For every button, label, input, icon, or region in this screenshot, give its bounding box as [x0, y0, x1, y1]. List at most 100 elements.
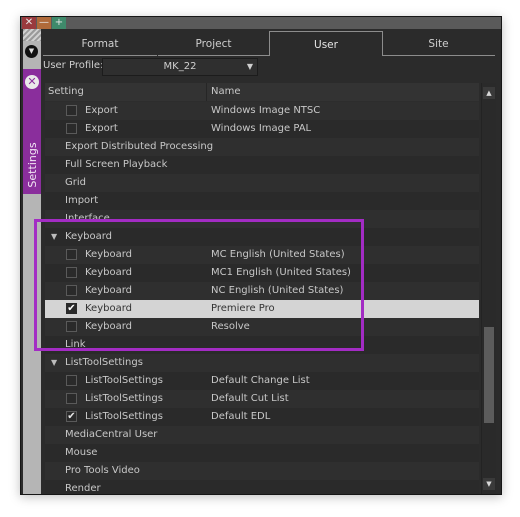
setting-cell: Keyboard: [85, 321, 133, 332]
table-row[interactable]: ▼ ListToolSettings: [45, 354, 479, 372]
tab-format[interactable]: Format: [43, 33, 157, 56]
table-row[interactable]: Export Distributed Processing: [45, 138, 479, 156]
side-panel-strip: ▼ ✕ Settings: [23, 29, 41, 494]
checkbox[interactable]: [66, 321, 77, 332]
name-cell: Windows Image NTSC: [211, 105, 321, 116]
checkbox[interactable]: [66, 285, 77, 296]
table-body: Export Windows Image NTSC Export Windows Im…: [45, 102, 479, 494]
table-row[interactable]: Link: [45, 336, 479, 354]
table-row[interactable]: Keyboard MC1 English (United States): [45, 264, 479, 282]
setting-cell: ListToolSettings: [85, 411, 163, 422]
close-window-button[interactable]: ✕: [22, 17, 36, 29]
checkbox-checked[interactable]: ✔: [66, 303, 77, 314]
setting-cell: ListToolSettings: [85, 375, 163, 386]
scroll-down-button[interactable]: ▼: [483, 478, 495, 490]
table-row[interactable]: ▼ Keyboard: [45, 228, 479, 246]
name-cell: Premiere Pro: [211, 303, 275, 314]
table-row[interactable]: Render: [45, 480, 479, 494]
checkbox[interactable]: [66, 267, 77, 278]
setting-cell: Export: [85, 123, 118, 134]
table-row[interactable]: Interface: [45, 210, 479, 228]
name-cell: Default Cut List: [211, 393, 289, 404]
table-row[interactable]: MediaCentral User: [45, 426, 479, 444]
settings-side-tab[interactable]: ✕ Settings: [23, 69, 41, 194]
setting-cell: Export: [85, 105, 118, 116]
arrow-up-icon: ▲: [486, 89, 492, 97]
table-row[interactable]: ✔ Keyboard Premiere Pro: [45, 300, 479, 318]
setting-cell: Pro Tools Video: [65, 465, 140, 476]
name-cell: MC1 English (United States): [211, 267, 351, 278]
tab-project[interactable]: Project: [158, 33, 269, 56]
checkbox-checked[interactable]: ✔: [66, 411, 77, 422]
checkmark-icon: ✔: [67, 303, 76, 314]
close-settings-button[interactable]: ✕: [25, 75, 39, 89]
close-icon: ✕: [27, 75, 37, 88]
setting-cell: Keyboard: [85, 267, 133, 278]
table-row[interactable]: Mouse: [45, 444, 479, 462]
settings-window: ✕ — + ▼ ✕ Settings Format Project User S…: [20, 16, 502, 495]
name-cell: MC English (United States): [211, 249, 345, 260]
table-header: Setting Name: [45, 83, 479, 101]
setting-cell: Import: [65, 195, 99, 206]
name-cell: Default EDL: [211, 411, 271, 422]
setting-cell: Grid: [65, 177, 86, 188]
table-row[interactable]: Keyboard MC English (United States): [45, 246, 479, 264]
checkbox[interactable]: [66, 123, 77, 134]
user-profile-value: MK_22: [163, 61, 197, 72]
drag-handle[interactable]: [23, 29, 41, 41]
setting-cell: Mouse: [65, 447, 98, 458]
name-cell: Default Change List: [211, 375, 310, 386]
tab-user[interactable]: User: [269, 31, 383, 56]
table-row[interactable]: Grid: [45, 174, 479, 192]
settings-tab-label: Settings: [26, 142, 39, 188]
table-row[interactable]: Export Windows Image PAL: [45, 120, 479, 138]
table-row[interactable]: ✔ ListToolSettings Default EDL: [45, 408, 479, 426]
user-profile-row: User Profile: MK_22 ▼: [43, 57, 501, 77]
name-cell: Windows Image PAL: [211, 123, 312, 134]
setting-cell: Export Distributed Processing: [65, 141, 214, 152]
setting-cell: Keyboard: [85, 285, 133, 296]
name-cell: NC English (United States): [211, 285, 344, 296]
setting-cell: Keyboard: [85, 249, 133, 260]
settings-table: Setting Name Export Windows Image NTSC Exp…: [45, 83, 479, 494]
minimize-window-button[interactable]: —: [37, 17, 51, 29]
checkbox[interactable]: [66, 105, 77, 116]
name-cell: Resolve: [211, 321, 250, 332]
setting-cell: Render: [65, 483, 101, 494]
expand-triangle-icon[interactable]: ▼: [51, 354, 57, 372]
collapse-panel-button[interactable]: ▼: [25, 45, 38, 58]
user-profile-dropdown[interactable]: MK_22 ▼: [102, 58, 258, 76]
tab-site[interactable]: Site: [382, 33, 495, 56]
table-row[interactable]: Pro Tools Video: [45, 462, 479, 480]
table-row[interactable]: Import: [45, 192, 479, 210]
minimize-icon: —: [39, 17, 49, 28]
checkmark-icon: ✔: [67, 411, 76, 422]
expand-triangle-icon[interactable]: ▼: [51, 228, 57, 246]
table-row[interactable]: Full Screen Playback: [45, 156, 479, 174]
table-row[interactable]: ListToolSettings Default Change List: [45, 372, 479, 390]
checkbox[interactable]: [66, 249, 77, 260]
checkbox[interactable]: [66, 375, 77, 386]
table-row[interactable]: ListToolSettings Default Cut List: [45, 390, 479, 408]
table-row[interactable]: Keyboard NC English (United States): [45, 282, 479, 300]
arrow-down-icon: ▼: [486, 480, 492, 488]
maximize-window-button[interactable]: +: [52, 17, 66, 29]
chevron-down-icon: ▼: [28, 47, 35, 55]
settings-tabs: Format Project User Site: [43, 29, 501, 57]
checkbox[interactable]: [66, 393, 77, 404]
scroll-up-button[interactable]: ▲: [483, 87, 495, 99]
maximize-icon: +: [54, 17, 64, 28]
user-profile-label: User Profile:: [43, 60, 104, 71]
settings-main: Format Project User Site User Profile: M…: [43, 29, 501, 494]
scrollbar-thumb[interactable]: [484, 327, 494, 423]
title-bar: ✕ — +: [21, 17, 501, 29]
column-header-name[interactable]: Name: [208, 83, 479, 101]
setting-cell: ListToolSettings: [85, 393, 163, 404]
dropdown-arrow-icon: ▼: [246, 62, 253, 71]
table-row[interactable]: Export Windows Image NTSC: [45, 102, 479, 120]
setting-cell: Keyboard: [65, 231, 113, 242]
vertical-scrollbar[interactable]: ▲ ▼: [481, 83, 496, 494]
setting-cell: Interface: [65, 213, 110, 224]
table-row[interactable]: Keyboard Resolve: [45, 318, 479, 336]
column-header-setting[interactable]: Setting: [45, 83, 207, 101]
